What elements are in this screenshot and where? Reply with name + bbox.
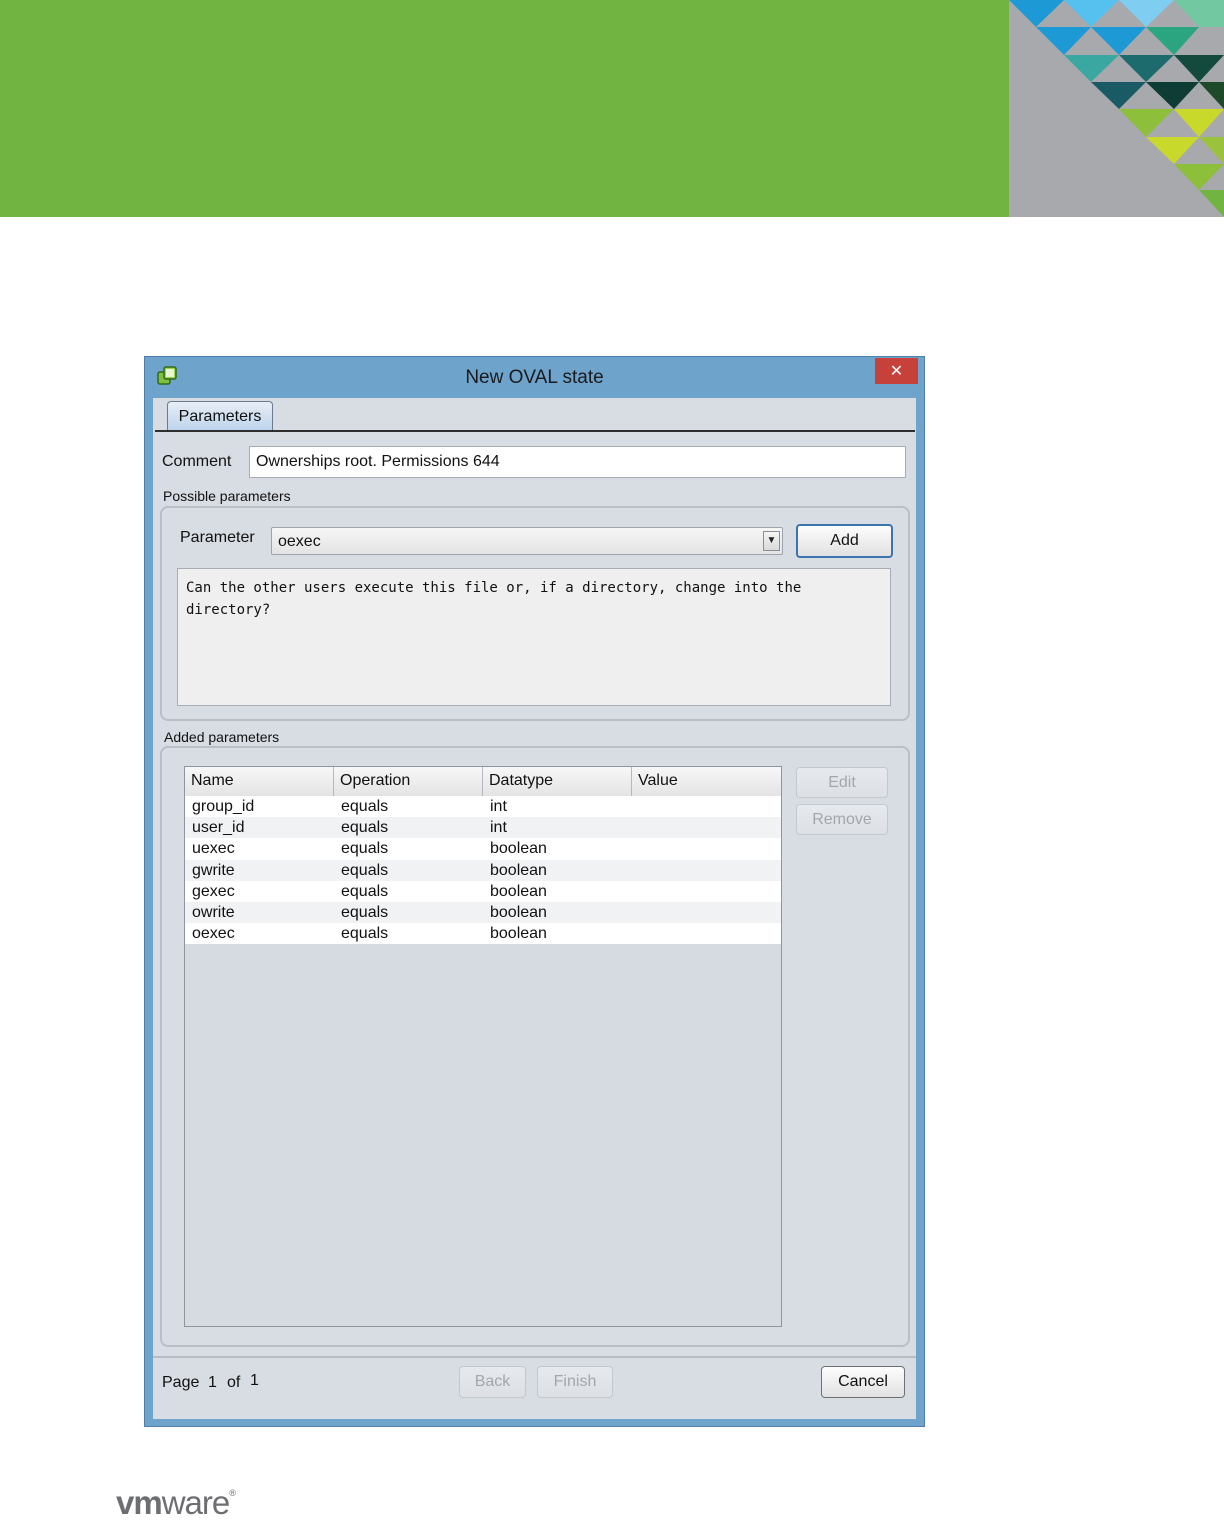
cancel-button[interactable]: Cancel: [821, 1366, 905, 1398]
oval-state-dialog: New OVAL state ✕ Parameters Comment Owne…: [144, 356, 925, 1427]
cell-name: gwrite: [192, 861, 235, 879]
back-button[interactable]: Back: [459, 1366, 526, 1398]
cell-name: user_id: [192, 819, 245, 837]
table-row[interactable]: group_id equals int: [185, 796, 781, 818]
possible-parameters-title: Possible parameters: [163, 488, 291, 504]
column-header-operation[interactable]: Operation: [334, 767, 483, 796]
parameter-dropdown[interactable]: oexec ▼: [271, 527, 783, 555]
cell-name: owrite: [192, 903, 235, 921]
of-label: of: [227, 1374, 241, 1391]
parameter-selected-value: oexec: [278, 533, 321, 550]
table-row[interactable]: owrite equals boolean: [185, 901, 781, 924]
cell-name: uexec: [192, 840, 235, 858]
cell-datatype: boolean: [490, 882, 547, 900]
add-button[interactable]: Add: [796, 524, 893, 558]
close-icon[interactable]: ✕: [875, 358, 918, 384]
table-row[interactable]: user_id equals int: [185, 817, 781, 839]
column-header-name[interactable]: Name: [185, 767, 334, 796]
cell-operation: equals: [341, 903, 389, 921]
finish-button[interactable]: Finish: [537, 1366, 613, 1398]
comment-label: Comment: [162, 453, 232, 470]
cell-operation: equals: [341, 819, 389, 837]
comment-field[interactable]: Ownerships root. Permissions 644: [249, 446, 906, 478]
table-row[interactable]: gwrite equals boolean: [185, 859, 781, 881]
page-current: 1: [208, 1374, 217, 1391]
footer-separator: [153, 1356, 916, 1358]
cell-name: oexec: [192, 925, 235, 943]
column-header-value[interactable]: Value: [632, 767, 781, 796]
logo-registered-mark: ®: [229, 1488, 236, 1498]
logo-ware: ware: [161, 1484, 231, 1521]
logo-vm: vm: [116, 1484, 163, 1521]
added-parameters-table: Name Operation Datatype Value group_id e…: [184, 766, 782, 1327]
table-body: group_id equals int user_id equals int u…: [185, 796, 781, 945]
remove-button[interactable]: Remove: [796, 804, 888, 835]
tab-divider: [155, 430, 915, 432]
added-parameters-title: Added parameters: [164, 729, 280, 745]
edit-button[interactable]: Edit: [796, 767, 888, 798]
cell-datatype: boolean: [490, 925, 547, 943]
table-row[interactable]: oexec equals boolean: [185, 923, 781, 945]
table-row[interactable]: gexec equals boolean: [185, 880, 781, 902]
parameter-description: Can the other users execute this file or…: [177, 568, 891, 706]
dialog-content: Parameters Comment Ownerships root. Perm…: [153, 398, 916, 1419]
cell-datatype: boolean: [490, 903, 547, 921]
cell-datatype: boolean: [490, 861, 547, 879]
parameter-label: Parameter: [180, 529, 255, 546]
cell-operation: equals: [341, 925, 389, 943]
cell-datatype: int: [490, 819, 507, 837]
window-title: New OVAL state: [465, 367, 604, 388]
title-bar: New OVAL state ✕: [145, 357, 924, 395]
page-label: Page: [162, 1374, 200, 1391]
table-row[interactable]: uexec equals boolean: [185, 838, 781, 860]
cell-operation: equals: [341, 840, 389, 858]
cell-operation: equals: [341, 882, 389, 900]
cell-name: gexec: [192, 882, 235, 900]
column-header-datatype[interactable]: Datatype: [483, 767, 632, 796]
cell-datatype: boolean: [490, 840, 547, 858]
table-header: Name Operation Datatype Value: [185, 767, 781, 797]
chevron-down-icon[interactable]: ▼: [763, 531, 780, 551]
cell-name: group_id: [192, 798, 255, 815]
vmware-logo: vmware®: [116, 1484, 236, 1522]
page-total: 1: [250, 1372, 259, 1389]
cell-operation: equals: [341, 861, 389, 879]
tab-parameters[interactable]: Parameters: [167, 401, 273, 431]
cell-operation: equals: [341, 798, 389, 815]
header-banner: [0, 0, 1009, 217]
cell-datatype: int: [490, 798, 507, 815]
vmware-triangle-art: [1009, 0, 1224, 217]
